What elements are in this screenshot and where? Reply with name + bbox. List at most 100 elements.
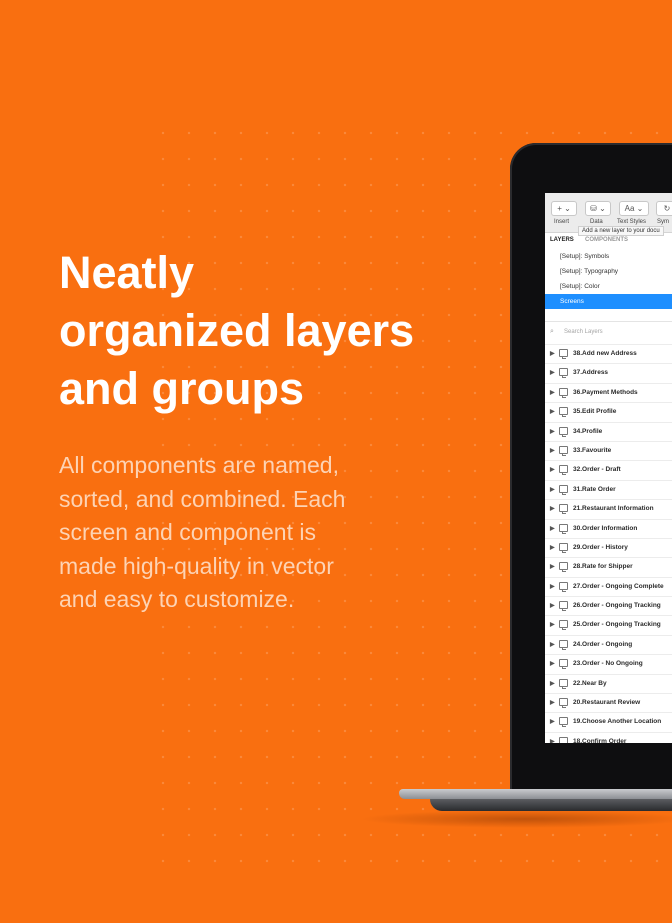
layer-row[interactable]: ▶ 23.Order - No Ongoing <box>545 654 672 673</box>
layer-name: 19.Choose Another Location <box>573 718 662 726</box>
data-button[interactable]: ⛁ ⌄ <box>585 201 611 216</box>
laptop-shadow <box>360 810 672 828</box>
layer-name: 34.Profile <box>573 427 603 435</box>
layer-row[interactable]: ▶ 32.Order - Draft <box>545 460 672 479</box>
disclosure-collapsed-icon[interactable]: ▶ <box>550 738 555 743</box>
insert-button[interactable]: + ⌄ <box>551 201 577 216</box>
artboard-icon <box>559 349 568 359</box>
layer-row[interactable]: ▶ 24.Order - Ongoing <box>545 634 672 654</box>
disclosure-collapsed-icon[interactable]: ▶ <box>550 583 555 590</box>
artboard-icon <box>559 387 568 398</box>
disclosure-collapsed-icon[interactable]: ▶ <box>550 641 555 648</box>
layer-list: ▶ 38.Add new Address ▶ 37.Address ▶ 36.Paymen… <box>545 344 672 743</box>
insert-label: Insert <box>554 219 570 225</box>
artboard-icon <box>559 678 568 689</box>
layer-row[interactable]: ▶ 21.Restaurant Information <box>545 499 672 518</box>
disclosure-collapsed-icon[interactable]: ▶ <box>550 563 555 570</box>
disclosure-collapsed-icon[interactable]: ▶ <box>550 544 555 551</box>
laptop-screen: + ⌄ ⛁ ⌄ Aa ⌄ ↻ Insert Data Text Styles S… <box>545 193 672 743</box>
artboard-icon <box>559 601 568 612</box>
text-styles-label: Text Styles <box>617 219 647 225</box>
layer-row[interactable]: ▶ 33.Favourite <box>545 440 672 460</box>
layer-name: 33.Favourite <box>573 446 612 454</box>
layer-name: 20.Restaurant Review <box>573 699 641 707</box>
description-line: made high-quality in vector <box>59 552 334 579</box>
description-line: screen and component is <box>59 519 316 545</box>
disclosure-collapsed-icon[interactable]: ▶ <box>550 718 555 725</box>
layer-name: 36.Payment Methods <box>573 388 638 396</box>
layer-row[interactable]: ▶ 27.Order - Ongoing Complete <box>545 576 672 596</box>
layer-row[interactable]: ▶ 18.Confirm Order <box>545 731 672 743</box>
layer-name: 35.Edit Profile <box>573 408 617 416</box>
disclosure-collapsed-icon[interactable]: ▶ <box>550 350 555 357</box>
layer-row[interactable]: ▶ 31.Rate Order <box>545 479 672 499</box>
artboard-icon <box>559 736 568 743</box>
artboard-icon <box>559 426 568 437</box>
layer-name: 18.Confirm Order <box>573 737 627 743</box>
layer-row[interactable]: ▶ 37.Address <box>545 363 672 382</box>
layer-row[interactable]: ▶ 29.Order - History <box>545 537 672 557</box>
page-item[interactable]: [Setup]: Symbols <box>545 249 672 264</box>
app-toolbar: + ⌄ ⛁ ⌄ Aa ⌄ ↻ Insert Data Text Styles S… <box>545 193 672 236</box>
disclosure-collapsed-icon[interactable]: ▶ <box>550 699 555 706</box>
page-item-selected[interactable]: Screens <box>545 294 672 309</box>
layer-row[interactable]: ▶ 38.Add new Address <box>545 344 672 363</box>
disclosure-collapsed-icon[interactable]: ▶ <box>550 525 555 532</box>
layer-row[interactable]: ▶ 36.Payment Methods <box>545 382 672 402</box>
panel-tabs: LAYERS COMPONENTS <box>545 233 672 249</box>
text-styles-button[interactable]: Aa ⌄ <box>619 201 649 216</box>
layer-row[interactable]: ▶ 22.Near By <box>545 673 672 693</box>
search-placeholder: Search Layers <box>564 329 603 335</box>
artboard-icon <box>559 698 568 709</box>
headline-line: organized layers <box>59 305 415 356</box>
headline-line: and groups <box>59 363 304 414</box>
layer-row[interactable]: ▶ 26.Order - Ongoing Tracking <box>545 596 672 615</box>
layer-row[interactable]: ▶ 19.Choose Another Location <box>545 712 672 731</box>
tab-layers[interactable]: LAYERS <box>550 237 574 243</box>
tab-components[interactable]: COMPONENTS <box>585 237 628 243</box>
disclosure-collapsed-icon[interactable]: ▶ <box>550 486 555 493</box>
description-line: and easy to customize. <box>59 586 295 612</box>
disclosure-collapsed-icon[interactable]: ▶ <box>550 621 555 628</box>
disclosure-collapsed-icon[interactable]: ▶ <box>550 447 555 454</box>
layer-name: 21.Restaurant Information <box>573 505 654 513</box>
description-line: sorted, and combined. Each <box>59 485 346 512</box>
layer-name: 27.Order - Ongoing Complete <box>573 582 664 590</box>
layer-name: 37.Address <box>573 369 609 377</box>
symbols-label: Sym <box>657 219 669 225</box>
disclosure-collapsed-icon[interactable]: ▶ <box>550 680 555 687</box>
layer-name: 26.Order - Ongoing Tracking <box>573 602 661 610</box>
disclosure-collapsed-icon[interactable]: ▶ <box>550 408 555 415</box>
artboard-icon <box>559 523 568 534</box>
disclosure-collapsed-icon[interactable]: ▶ <box>550 428 555 435</box>
disclosure-collapsed-icon[interactable]: ▶ <box>550 369 555 376</box>
artboard-icon <box>559 368 568 379</box>
page-item[interactable]: [Setup]: Typography <box>545 264 672 279</box>
layer-row[interactable]: ▶ 35.Edit Profile <box>545 402 672 421</box>
disclosure-collapsed-icon[interactable]: ▶ <box>550 505 555 512</box>
layer-name: 24.Order - Ongoing <box>573 640 633 648</box>
layer-name: 25.Order - Ongoing Tracking <box>573 621 661 629</box>
layer-name: 38.Add new Address <box>573 350 637 357</box>
layer-row[interactable]: ▶ 28.Rate for Shipper <box>545 557 672 576</box>
description-line: All components are named, <box>59 452 339 478</box>
layer-row[interactable]: ▶ 30.Order Information <box>545 518 672 538</box>
page-item[interactable]: [Setup]: Color <box>545 279 672 294</box>
artboard-icon <box>559 504 568 515</box>
layer-row[interactable]: ▶ 20.Restaurant Review <box>545 693 672 712</box>
data-label: Data <box>590 219 603 225</box>
layer-row[interactable]: ▶ 34.Profile <box>545 421 672 441</box>
artboard-icon <box>559 407 568 418</box>
layer-row[interactable]: ▶ 25.Order - Ongoing Tracking <box>545 615 672 634</box>
artboard-icon <box>559 484 568 495</box>
layer-name: 31.Rate Order <box>573 485 616 493</box>
disclosure-collapsed-icon[interactable]: ▶ <box>550 466 555 473</box>
disclosure-collapsed-icon[interactable]: ▶ <box>550 389 555 396</box>
artboard-icon <box>559 562 568 573</box>
headline: Neatly organized layers and groups <box>59 244 479 418</box>
disclosure-collapsed-icon[interactable]: ▶ <box>550 602 555 609</box>
disclosure-collapsed-icon[interactable]: ▶ <box>550 660 555 667</box>
symbols-button[interactable]: ↻ <box>656 201 672 216</box>
search-layers[interactable]: ⌕ Search Layers <box>545 321 672 344</box>
layer-name: 22.Near By <box>573 679 607 687</box>
